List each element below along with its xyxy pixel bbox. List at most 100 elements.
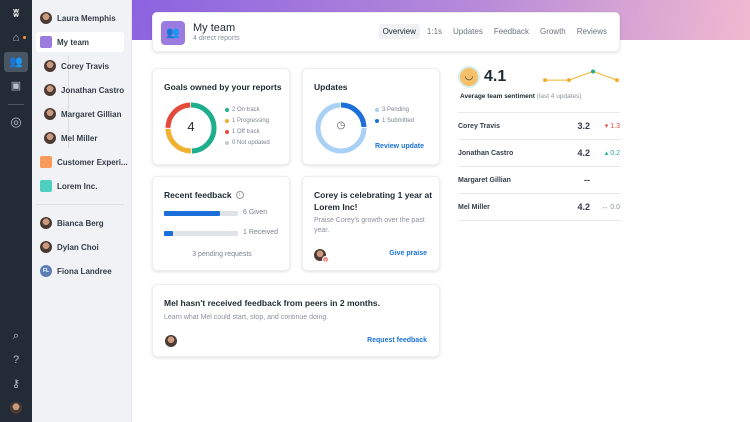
label: Margaret Gillian — [61, 109, 122, 119]
sentiment-row[interactable]: Jonathan Castro 4.2 ▴ 0.2 — [458, 139, 620, 166]
page-subtitle: 4 direct reports — [193, 35, 240, 42]
sentiment-sparkline — [543, 69, 619, 83]
label: Lorem Inc. — [57, 181, 98, 191]
label: Laura Memphis — [57, 13, 116, 23]
score-delta: ▴ 0.2 — [604, 150, 620, 157]
smiley-icon: ◡ — [460, 68, 478, 86]
sentiment-row[interactable]: Corey Travis 3.2 ▾ 1.3 — [458, 112, 620, 139]
sparkline-line — [545, 70, 618, 81]
sentiment-caption: Average team sentiment (last 4 updates) — [460, 93, 582, 100]
goals-card[interactable]: Goals owned by your reports 4 2 On track… — [152, 68, 290, 165]
team-icon[interactable]: 👥 — [4, 52, 28, 72]
group-icon — [40, 180, 52, 192]
avatar — [40, 217, 52, 229]
divider — [8, 104, 24, 105]
legend-item: 2 On track — [225, 104, 270, 115]
recent-feedback-card: Recent feedback i 6 Given 1 Received 3 pe… — [152, 176, 290, 271]
info-icon[interactable]: i — [235, 191, 244, 199]
person-score: -- — [584, 175, 590, 185]
avatar — [44, 60, 56, 72]
person-score: 4.2 — [577, 202, 590, 212]
legend-item: 1 Progressing — [225, 115, 270, 126]
help-icon[interactable]: ? — [4, 350, 28, 370]
tab-feedback[interactable]: Feedback — [490, 24, 533, 39]
score-delta: ↔ 0.0 — [601, 203, 620, 211]
legend-item: 1 Submitted — [375, 115, 414, 126]
person-score: 3.2 — [577, 121, 590, 131]
card-title: Goals owned by your reports — [164, 82, 282, 92]
legend-item: 3 Pending — [375, 104, 414, 115]
updates-card[interactable]: Updates ◷ 3 Pending 1 Submitted Review u… — [302, 68, 440, 165]
card-title: Corey is celebrating 1 year at Lorem Inc… — [314, 190, 433, 212]
sentiment-row[interactable]: Mel Miller 4.2 ↔ 0.0 — [458, 193, 620, 220]
label: Fiona Landree — [57, 266, 112, 276]
avatar — [44, 108, 56, 120]
request-feedback-link[interactable]: Request feedback — [367, 337, 427, 344]
sparkline-point — [543, 78, 547, 83]
reports-icon[interactable]: ▣ — [4, 76, 28, 96]
review-update-link[interactable]: Review update — [375, 143, 424, 150]
card-title: Mel hasn't received feedback from peers … — [164, 298, 381, 308]
avatar — [44, 132, 56, 144]
user-avatar[interactable] — [10, 402, 22, 414]
target-icon[interactable]: ◎ — [4, 112, 28, 132]
person-name: Mel Miller — [458, 203, 490, 211]
received-label: 1 Received — [243, 229, 279, 236]
sidebar-item-my-team[interactable]: My team — [36, 32, 124, 52]
team-icon — [40, 36, 52, 48]
sentiment-row[interactable]: Margaret Gillian -- — [458, 166, 620, 193]
goals-total: 4 — [187, 119, 195, 134]
header-card: 👥 My team 4 direct reports Overview 1:1s… — [152, 12, 620, 52]
card-body: Learn what Mel could start, stop, and co… — [164, 314, 329, 321]
card-title: Recent feedback — [164, 190, 232, 200]
anniversary-card: Corey is celebrating 1 year at Lorem Inc… — [302, 176, 440, 271]
tab-updates[interactable]: Updates — [449, 24, 487, 39]
app-rail: ʬ ⌂ 👥 ▣ ◎ ⌕ ? ⚷ — [0, 0, 32, 422]
goals-legend: 2 On track 1 Progressing 1 Off track 0 N… — [225, 104, 270, 148]
tab-overview[interactable]: Overview — [378, 24, 420, 39]
anniversary-badge: 1 — [322, 256, 329, 263]
sparkline-point — [567, 78, 571, 83]
tab-growth[interactable]: Growth — [536, 24, 570, 39]
label: Bianca Berg — [57, 218, 104, 228]
person-name: Jonathan Castro — [458, 149, 514, 157]
avatar: FL — [40, 265, 52, 277]
divider — [36, 204, 124, 205]
label: Corey Travis — [61, 61, 110, 71]
card-title: Updates — [314, 82, 348, 92]
person-score: 4.2 — [577, 148, 590, 158]
label: Dylan Choi — [57, 242, 99, 252]
sparkline-point — [591, 69, 595, 74]
label: Mel Miller — [61, 133, 98, 143]
label: Customer Experi... — [57, 157, 128, 167]
avatar — [44, 84, 56, 96]
team-icon: 👥 — [161, 21, 185, 45]
label: My team — [57, 37, 90, 47]
legend-item: 1 Off track — [225, 126, 270, 137]
legend-item: 0 Not updated — [225, 137, 270, 148]
pending-requests[interactable]: 3 pending requests — [153, 251, 291, 258]
logo-icon: ʬ — [13, 8, 19, 20]
clock-chat-icon: ◷ — [336, 120, 346, 131]
page-title: My team — [193, 22, 236, 34]
tabs: Overview 1:1s Updates Feedback Growth Re… — [378, 24, 611, 39]
received-bar — [164, 231, 238, 236]
tab-1on1s[interactable]: 1:1s — [423, 24, 446, 39]
avatar — [165, 335, 177, 347]
avatar — [40, 241, 52, 253]
sparkline-point — [615, 78, 619, 83]
person-name: Margaret Gillian — [458, 176, 511, 184]
given-label: 6 Given — [243, 209, 268, 216]
give-praise-link[interactable]: Give praise — [389, 250, 427, 257]
home-icon[interactable]: ⌂ — [4, 28, 28, 48]
sentiment-score: 4.1 — [484, 68, 507, 85]
avatar — [40, 12, 52, 24]
search-icon[interactable]: ⌕ — [4, 326, 28, 346]
given-bar — [164, 211, 238, 216]
group-icon — [40, 156, 52, 168]
sidebar: Laura Memphis My team Corey Travis Jonat… — [32, 0, 132, 422]
tab-reviews[interactable]: Reviews — [573, 24, 611, 39]
updates-legend: 3 Pending 1 Submitted — [375, 104, 414, 126]
mel-feedback-card: Mel hasn't received feedback from peers … — [152, 284, 440, 357]
key-icon[interactable]: ⚷ — [4, 374, 28, 394]
